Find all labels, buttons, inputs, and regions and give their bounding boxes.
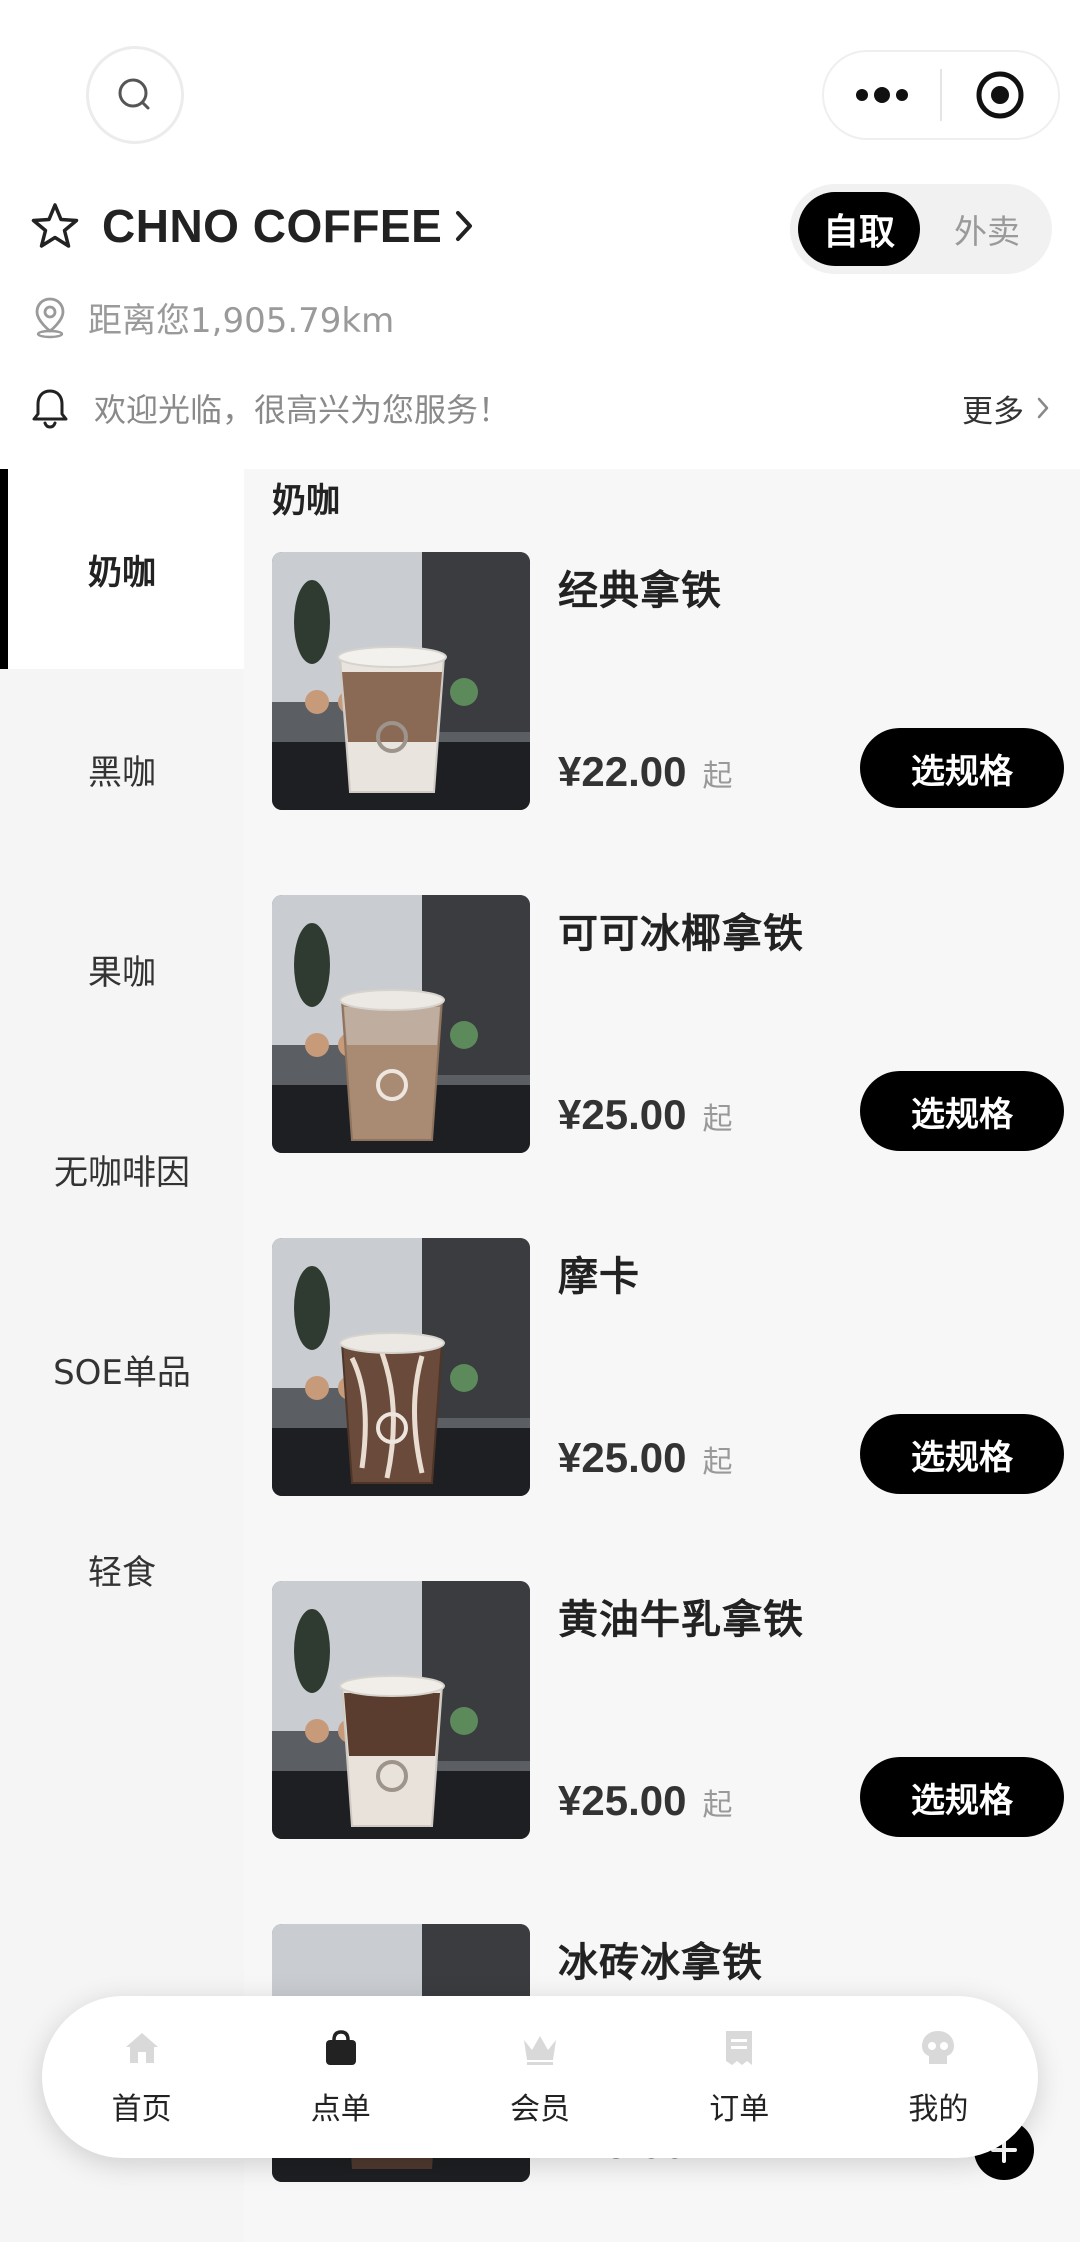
more-link[interactable]: 更多 xyxy=(962,386,1050,431)
price-suffix: 起 xyxy=(702,759,733,794)
crown-icon xyxy=(524,2036,556,2065)
more-menu-button[interactable] xyxy=(824,52,940,138)
tab-label: 首页 xyxy=(111,2092,172,2127)
product-name: 摩卡 xyxy=(558,1254,640,1300)
bottom-tab-bar: 首页 点单 会员 订单 我的 xyxy=(42,1996,1038,2158)
tab-order[interactable]: 点单 xyxy=(241,1996,440,2158)
more-label: 更多 xyxy=(962,393,1024,430)
tab-label: 点单 xyxy=(310,2092,371,2127)
bell-icon xyxy=(32,389,68,429)
select-spec-button[interactable]: 选规格 xyxy=(860,728,1064,808)
price-amount: ¥25.00 xyxy=(558,1091,687,1138)
select-spec-button[interactable]: 选规格 xyxy=(860,1757,1064,1837)
product-price: ¥25.00 起 xyxy=(558,1434,732,1482)
product-name: 可可冰椰拿铁 xyxy=(558,911,804,957)
tab-label: 订单 xyxy=(709,2092,770,2127)
chevron-right-icon xyxy=(1037,397,1049,419)
pickup-tab[interactable]: 自取 xyxy=(798,192,920,266)
section-title: 奶咖 xyxy=(272,481,340,521)
price-suffix: 起 xyxy=(702,1102,733,1137)
select-spec-button[interactable]: 选规格 xyxy=(860,1071,1064,1151)
store-name[interactable]: CHNO COFFEE xyxy=(102,199,442,253)
product-image[interactable] xyxy=(272,1238,530,1496)
skull-icon xyxy=(922,2031,955,2064)
product-name: 黄油牛乳拿铁 xyxy=(558,1597,804,1643)
price-suffix: 起 xyxy=(702,1445,733,1480)
category-item[interactable]: 轻食 xyxy=(0,1469,244,1669)
product-card[interactable]: 摩卡 ¥25.00 起 选规格 xyxy=(272,1238,1064,1496)
tab-home[interactable]: 首页 xyxy=(42,1996,241,2158)
category-item[interactable]: 果咖 xyxy=(0,869,244,1069)
home-icon xyxy=(125,2033,158,2063)
tab-label: 我的 xyxy=(908,2092,969,2127)
more-dots-icon xyxy=(856,87,908,103)
tab-label: 会员 xyxy=(510,2092,570,2127)
product-image[interactable] xyxy=(272,895,530,1153)
product-image[interactable] xyxy=(272,1581,530,1839)
product-card[interactable]: 黄油牛乳拿铁 ¥25.00 起 选规格 xyxy=(272,1581,1064,1839)
tab-mine[interactable]: 我的 xyxy=(839,1996,1038,2158)
tab-orders[interactable]: 订单 xyxy=(640,1996,839,2158)
notice-bar: 欢迎光临，很高兴为您服务！ 更多 xyxy=(30,380,1050,436)
order-mode-toggle: 自取 外卖 xyxy=(790,184,1052,274)
search-button[interactable] xyxy=(86,46,184,144)
product-name: 冰砖冰拿铁 xyxy=(558,1940,763,1986)
price-amount: ¥25.00 xyxy=(558,1777,687,1824)
target-circle-icon xyxy=(976,71,1024,119)
category-item[interactable]: SOE单品 xyxy=(0,1269,244,1469)
product-card[interactable]: 可可冰椰拿铁 ¥25.00 起 选规格 xyxy=(272,895,1064,1153)
product-price: ¥25.00 起 xyxy=(558,1777,732,1825)
category-sidebar: 奶咖 黑咖 果咖 无咖啡因 SOE单品 轻食 xyxy=(0,469,244,2242)
category-item[interactable]: 无咖啡因 xyxy=(0,1069,244,1269)
product-price: ¥22.00 起 xyxy=(558,748,732,796)
product-price: ¥25.00 起 xyxy=(558,1091,732,1139)
category-item[interactable]: 黑咖 xyxy=(0,669,244,869)
shopping-bag-icon xyxy=(325,2030,356,2065)
distance-text: 距离您1,905.79km xyxy=(88,300,395,341)
receipt-icon xyxy=(726,2031,753,2065)
product-card[interactable]: 经典拿铁 ¥22.00 起 选规格 xyxy=(272,552,1064,810)
distance-info: 距离您1,905.79km xyxy=(32,292,394,342)
product-name: 经典拿铁 xyxy=(558,568,722,614)
category-item[interactable]: 奶咖 xyxy=(0,469,244,669)
location-pin-icon xyxy=(35,297,65,339)
price-amount: ¥25.00 xyxy=(558,1434,687,1481)
notice-text: 欢迎光临，很高兴为您服务！ xyxy=(94,391,511,429)
price-amount: ¥22.00 xyxy=(558,748,687,795)
delivery-tab[interactable]: 外卖 xyxy=(930,192,1044,266)
close-miniprogram-button[interactable] xyxy=(942,52,1058,138)
price-suffix: 起 xyxy=(702,1788,733,1823)
store-selector[interactable]: CHNO COFFEE xyxy=(30,196,474,256)
star-icon[interactable] xyxy=(30,201,80,251)
product-image[interactable] xyxy=(272,552,530,810)
select-spec-button[interactable]: 选规格 xyxy=(860,1414,1064,1494)
chevron-right-icon xyxy=(456,211,473,241)
miniprogram-capsule xyxy=(822,50,1060,140)
tab-member[interactable]: 会员 xyxy=(440,1996,639,2158)
product-list: 奶咖 经典拿铁 ¥22.00 起 选规格 可可冰椰拿铁 ¥25.00 起 选规格… xyxy=(244,469,1080,2242)
search-icon xyxy=(118,78,150,110)
